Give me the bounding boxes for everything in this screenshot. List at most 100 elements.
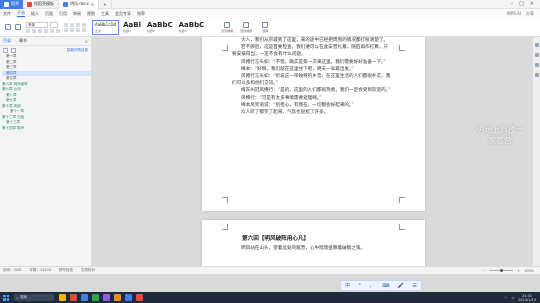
- clock[interactable]: 21:31 2024/1/13: [518, 294, 536, 302]
- format-painter-button[interactable]: [13, 21, 23, 33]
- word-count[interactable]: 字数：15234: [29, 268, 51, 273]
- volume-icon[interactable]: ◁: [511, 296, 514, 300]
- paragraph[interactable]: 若不顾后，这是首要检查，我们便可以在此安营扎寨，随后再作打算。只要安排得当，一定…: [232, 44, 392, 58]
- collapse-icon[interactable]: [11, 47, 16, 53]
- taskbar-app-icon[interactable]: [70, 294, 77, 301]
- outdent-icon[interactable]: [82, 22, 86, 27]
- paste-button[interactable]: [3, 21, 13, 33]
- page-count[interactable]: 页码：3/45: [3, 268, 21, 273]
- tab-document[interactable]: 明风.docx ×: [59, 0, 100, 9]
- spell-check[interactable]: 拼写检查: [59, 268, 73, 273]
- menubar-right-button[interactable]: WPS AI: [507, 11, 521, 17]
- page-body-text[interactable]: 大人，我们从京城到了这里，来的途中已经把周围的情况都打探清楚了。 若不顾后，这是首…: [232, 37, 392, 116]
- smart-toc-button[interactable]: 智能识别目录: [67, 48, 91, 53]
- ime-button[interactable]: ⌨: [382, 283, 389, 289]
- menu-item[interactable]: 效率: [137, 11, 145, 17]
- font-name-select[interactable]: 宋体: [26, 21, 48, 28]
- taskbar-app-icon[interactable]: [136, 294, 143, 301]
- minimize-icon[interactable]: –: [511, 1, 514, 7]
- ime-button[interactable]: ☰: [412, 283, 416, 289]
- underline-icon[interactable]: [38, 28, 42, 33]
- menu-item[interactable]: 会员专享: [115, 11, 131, 17]
- close-tab-icon[interactable]: ×: [91, 2, 94, 7]
- taskbar-app-icon[interactable]: [125, 294, 132, 301]
- style-option[interactable]: AaBbCcDd 正文: [92, 19, 120, 35]
- zoom-level[interactable]: 100%: [524, 269, 534, 273]
- bullet-list-icon[interactable]: [64, 22, 68, 27]
- start-button[interactable]: [3, 294, 9, 301]
- ime-button[interactable]: 🎤: [398, 283, 404, 289]
- bold-icon[interactable]: [26, 28, 30, 33]
- menu-item[interactable]: 插入: [31, 11, 39, 17]
- paragraph[interactable]: 大人，我们从京城到了这里，来的途中已经把周围的情况都打探清楚了。: [232, 37, 392, 44]
- paragraph[interactable]: 梅本：“好啊，我们就在这里住下吧，明天一早再出发。”: [232, 66, 392, 73]
- properties-icon[interactable]: [534, 53, 539, 57]
- style-option[interactable]: AaBbC 标题2: [145, 20, 175, 35]
- taskbar-app-icon[interactable]: [59, 294, 66, 301]
- style-option[interactable]: AaBl 标题1: [121, 20, 143, 35]
- menu-item[interactable]: 引用: [59, 11, 67, 17]
- taskbar-app-icon[interactable]: [92, 294, 99, 301]
- ime-button[interactable]: 中: [345, 282, 350, 289]
- document-page[interactable]: 大人，我们从京城到了这里，来的途中已经把周围的情况都打探清楚了。 若不顾后，这是首…: [202, 37, 425, 211]
- tab-chapters[interactable]: 章节: [19, 38, 27, 44]
- paragraph[interactable]: 明风站在山头，望着远处的敌营，心中暗暗盘算着破敌之策。: [232, 245, 392, 252]
- menu-item[interactable]: 页面: [45, 11, 53, 17]
- taskbar-app-icon[interactable]: [81, 294, 88, 301]
- close-icon[interactable]: ×: [530, 1, 534, 7]
- ime-button[interactable]: °: [358, 283, 361, 289]
- zoom-knob[interactable]: [500, 269, 504, 272]
- taskbar-app-icon[interactable]: [114, 294, 121, 301]
- proofread[interactable]: 文档校对: [81, 268, 95, 273]
- paragraph[interactable]: 众人听了都笑了起来，气氛也轻松了许多。: [232, 109, 392, 116]
- comment-icon[interactable]: [534, 63, 539, 67]
- menubar-right-button[interactable]: 分享: [526, 11, 534, 17]
- font-size-select[interactable]: [50, 21, 58, 28]
- expand-icon[interactable]: [3, 47, 8, 53]
- style-panel-icon[interactable]: [534, 43, 539, 47]
- zoom-out-icon[interactable]: −: [482, 269, 485, 273]
- align-right-icon[interactable]: [76, 27, 80, 32]
- paragraph[interactable]: 梅本风笑道说：“别担心，有我在，一切都会好起来的。”: [232, 102, 392, 109]
- text-layout-button[interactable]: 文字排版: [220, 21, 234, 33]
- strikethrough-icon[interactable]: [44, 28, 48, 33]
- style-option[interactable]: AaBbC 标题3: [177, 20, 207, 35]
- menu-item[interactable]: 审阅: [73, 11, 81, 17]
- new-tab-button[interactable]: +: [99, 0, 112, 9]
- menu-item[interactable]: 开始: [17, 10, 25, 17]
- select-button[interactable]: 选择: [258, 21, 272, 33]
- font-color-icon[interactable]: [50, 28, 54, 33]
- tab-template[interactable]: 找稻壳模板: [23, 0, 59, 9]
- tab-toc[interactable]: 目录: [3, 38, 11, 44]
- toc-item[interactable]: 第十四章 尾声: [2, 126, 91, 132]
- highlight-icon[interactable]: [56, 28, 60, 33]
- line-spacing-icon[interactable]: [82, 27, 86, 32]
- paragraph[interactable]: 风掩行言头如：“不错，确实是第一次来这里。我们需要好好准备一下。”: [232, 59, 392, 66]
- numbered-list-icon[interactable]: [70, 22, 74, 27]
- app-tab-docer[interactable]: 稻壳: [0, 0, 23, 9]
- menu-item[interactable]: 视图: [87, 11, 95, 17]
- document-page[interactable]: 第六回【明风破阵用心凡】 明风站在山头，望着远处的敌营，心中暗暗盘算着破敌之策。: [202, 220, 425, 266]
- menu-item[interactable]: 工具: [101, 11, 109, 17]
- chapter-heading[interactable]: 第六回【明风破阵用心凡】: [242, 234, 309, 242]
- wifi-icon[interactable]: ◠: [504, 296, 507, 300]
- maximize-icon[interactable]: □: [519, 1, 524, 7]
- find-replace-button[interactable]: 查找替换: [239, 21, 253, 33]
- page-body-text[interactable]: 明风站在山头，望着远处的敌营，心中暗暗盘算着破敌之策。: [232, 245, 392, 252]
- zoom-in-icon[interactable]: +: [517, 269, 520, 273]
- paragraph[interactable]: 风掩行言头如：“听说这一带独特的乡音，在这里生活的人们都很朴实，我们可以多和他们…: [232, 73, 392, 87]
- paragraph[interactable]: 风掩行：“可是有太多事情需要处理啊。”: [232, 95, 392, 102]
- taskbar-search[interactable]: ⌕ 搜索: [14, 294, 54, 301]
- menu-item[interactable]: 文件: [3, 11, 11, 17]
- document-canvas[interactable]: 大人，我们从京城到了这里，来的途中已经把周围的情况都打探清楚了。 若不顾后，这是首…: [92, 37, 540, 266]
- ime-button[interactable]: ，: [369, 282, 374, 289]
- align-left-icon[interactable]: [64, 27, 68, 32]
- close-icon[interactable]: ×: [85, 39, 91, 44]
- indent-icon[interactable]: [76, 22, 80, 27]
- taskbar-app-icon[interactable]: [103, 294, 110, 301]
- share-icon[interactable]: [534, 73, 539, 77]
- italic-icon[interactable]: [32, 28, 36, 33]
- align-center-icon[interactable]: [70, 27, 74, 32]
- paragraph[interactable]: 梅东州冠风掩行：“是的，这里的人们都很热情，我们一定会受到欢迎的。”: [232, 87, 392, 94]
- zoom-slider[interactable]: [489, 269, 514, 272]
